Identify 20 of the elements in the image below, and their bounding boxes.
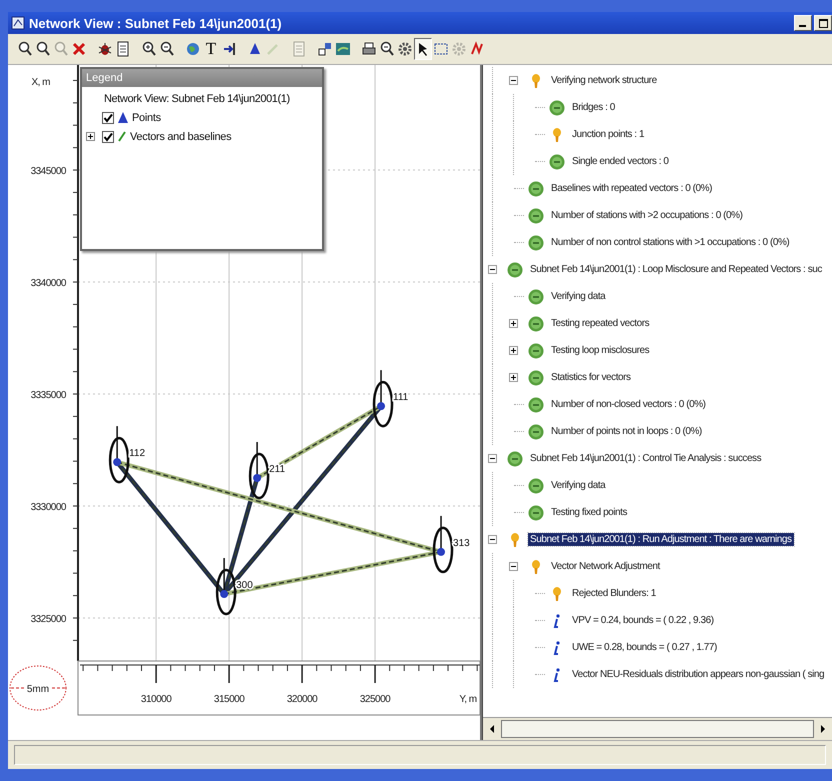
window-title: Network View : Subnet Feb 14\jun2001(1) [29, 16, 282, 30]
legend-title: Legend [82, 69, 322, 87]
legend-heading: Network View: Subnet Feb 14\jun2001(1) [103, 93, 291, 105]
scale-label: 5mm [26, 684, 50, 695]
axis-tick-label: 310000 [140, 694, 172, 705]
axis-tick-label: 325000 [360, 694, 390, 705]
axis-tick-label: 3340000 [30, 278, 66, 290]
axis-tick-label: 3345000 [30, 166, 66, 178]
axis-label: Y, m [459, 694, 477, 705]
point-label: 313 [453, 538, 470, 549]
legend-label: Vectors and baselines [130, 130, 232, 142]
axis-tick-label: 3330000 [30, 502, 66, 513]
axis-label: X, m [31, 77, 50, 88]
point-label: 112 [129, 448, 146, 460]
axis-tick-label: 3335000 [30, 390, 66, 402]
axis-tick-label: 315000 [214, 694, 244, 705]
legend-label: Points [132, 112, 161, 124]
axis-tick-label: 3325000 [30, 614, 66, 625]
point-label: 111 [393, 392, 408, 404]
axis-tick-label: 320000 [286, 694, 318, 705]
